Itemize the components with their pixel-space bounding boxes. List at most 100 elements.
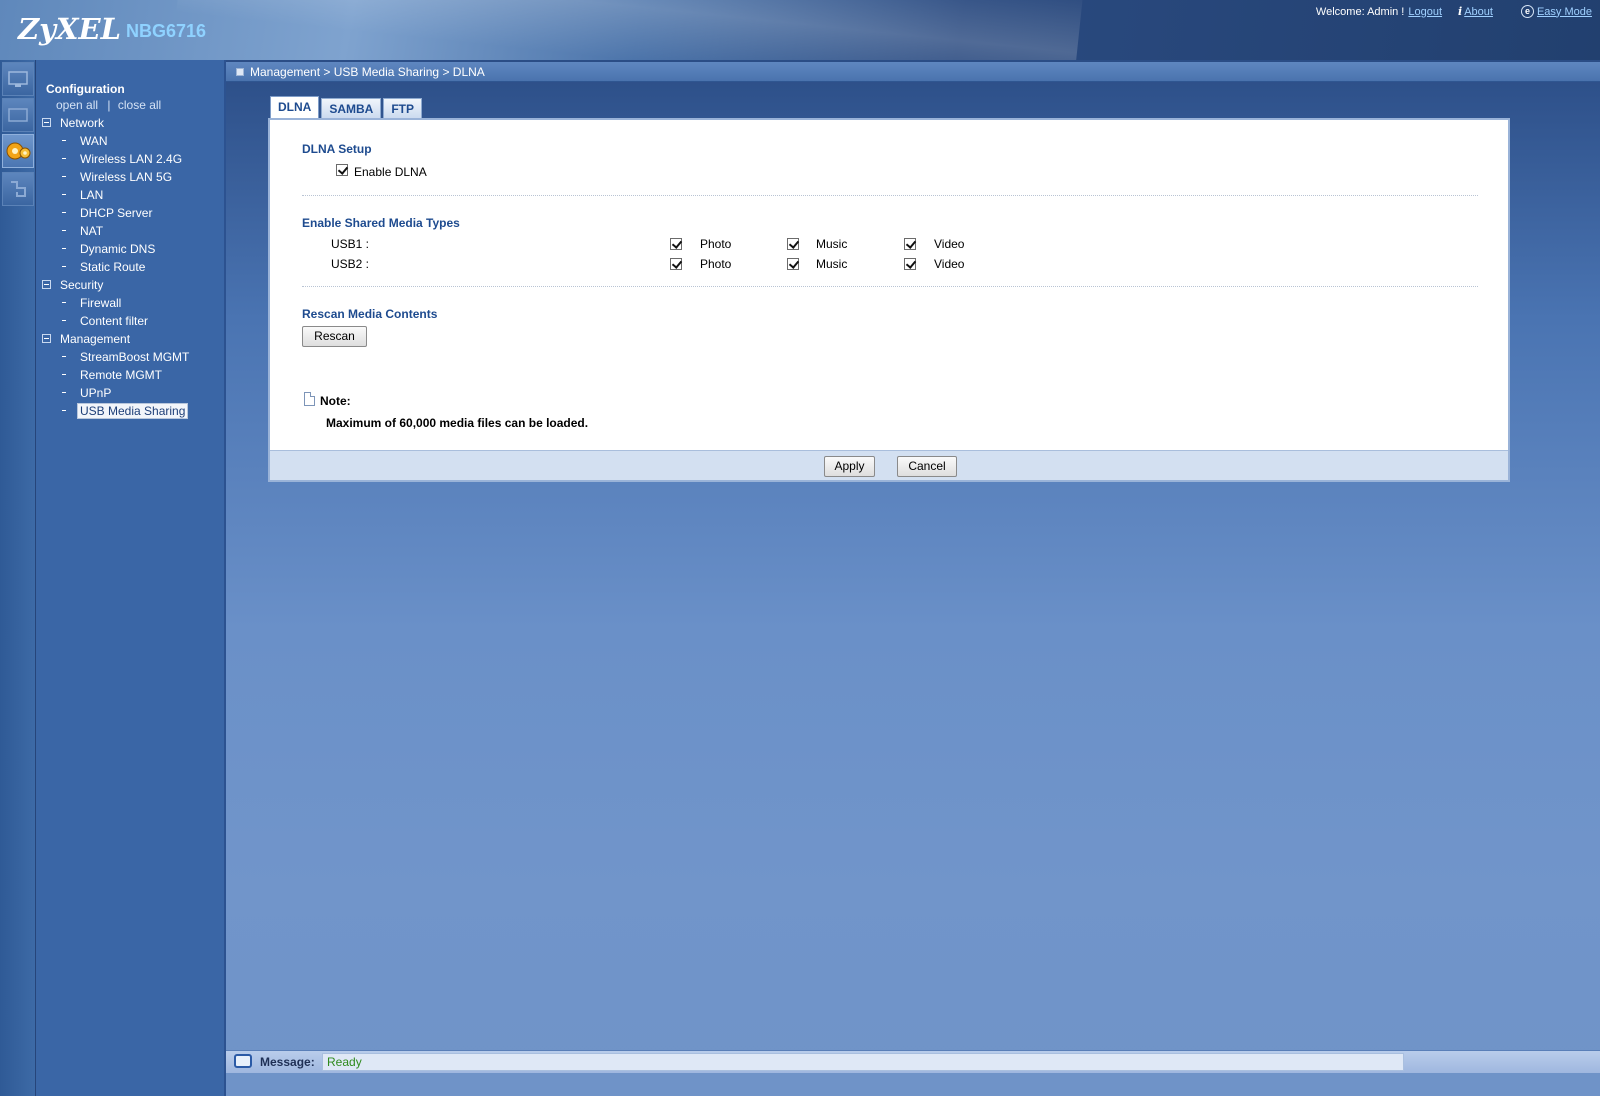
nav-group-security[interactable]: Security bbox=[42, 276, 103, 294]
nav-group-management[interactable]: Management bbox=[42, 330, 130, 348]
close-all-link[interactable]: close all bbox=[118, 98, 161, 112]
nav-item-dynamic-dns[interactable]: Dynamic DNS bbox=[62, 240, 155, 258]
usb1-video-checkbox[interactable] bbox=[904, 238, 916, 250]
status-monitor-button[interactable] bbox=[2, 62, 34, 96]
nav-item-remote-mgmt[interactable]: Remote MGMT bbox=[62, 366, 162, 384]
enable-dlna-checkbox[interactable] bbox=[336, 164, 348, 176]
enable-dlna-label: Enable DLNA bbox=[354, 165, 427, 179]
usb1-label: USB1 : bbox=[331, 237, 370, 251]
info-icon: i bbox=[1458, 5, 1463, 18]
nav-item-label: Firewall bbox=[80, 296, 122, 310]
status-bar: Message: Ready bbox=[226, 1050, 1600, 1073]
nav-item-dhcp-server[interactable]: DHCP Server bbox=[62, 204, 152, 222]
note-text: Maximum of 60,000 media files can be loa… bbox=[326, 416, 589, 430]
nav-item-label: Static Route bbox=[80, 260, 146, 274]
action-bar: Apply Cancel bbox=[270, 450, 1508, 480]
nav-item-label: Wireless LAN 2.4G bbox=[80, 152, 183, 166]
usb1-music-checkbox[interactable] bbox=[787, 238, 799, 250]
nav-item-nat[interactable]: NAT bbox=[62, 222, 103, 240]
dlna-setup-title: DLNA Setup bbox=[302, 142, 372, 156]
window-icon bbox=[8, 108, 28, 122]
bullet-icon bbox=[62, 176, 66, 178]
usb1-music-label: Music bbox=[816, 237, 848, 251]
usb2-music-label: Music bbox=[816, 257, 848, 271]
nav-item-label: LAN bbox=[80, 188, 104, 202]
nav-item-upnp[interactable]: UPnP bbox=[62, 384, 111, 402]
nav-item-usb-media-sharing[interactable]: USB Media Sharing bbox=[62, 402, 189, 420]
usb1-video-label: Video bbox=[934, 237, 965, 251]
nav-item-label: WAN bbox=[80, 134, 108, 148]
usb2-photo-checkbox[interactable] bbox=[670, 258, 682, 270]
top-links: Welcome: Admin ! Logout i About e Easy M… bbox=[1316, 5, 1592, 18]
nav-item-streamboost-mgmt[interactable]: StreamBoost MGMT bbox=[62, 348, 189, 366]
welcome-text: Welcome: Admin ! bbox=[1315, 5, 1405, 18]
nav-group-network[interactable]: Network bbox=[42, 114, 104, 132]
nav-group-label: Security bbox=[60, 278, 104, 292]
bullet-icon bbox=[62, 356, 66, 358]
rescan-title: Rescan Media Contents bbox=[302, 307, 438, 321]
about-link[interactable]: About bbox=[1464, 6, 1493, 18]
usb2-music-checkbox[interactable] bbox=[787, 258, 799, 270]
nav-item-wireless-lan-5g[interactable]: Wireless LAN 5G bbox=[62, 168, 172, 186]
apply-button[interactable]: Apply bbox=[824, 456, 875, 477]
usb2-video-checkbox[interactable] bbox=[904, 258, 916, 270]
mode-icon-strip bbox=[0, 60, 36, 1096]
bullet-icon bbox=[62, 266, 66, 268]
usb1-photo-checkbox[interactable] bbox=[670, 238, 682, 250]
open-all-link[interactable]: open all bbox=[56, 98, 98, 112]
nav-group-label: Network bbox=[60, 116, 105, 130]
section-divider bbox=[302, 286, 1478, 287]
dlna-panel: DLNA Setup Enable DLNA Enable Shared Med… bbox=[268, 118, 1510, 482]
bullet-icon bbox=[62, 212, 66, 214]
nav-item-lan[interactable]: LAN bbox=[62, 186, 103, 204]
media-types-title: Enable Shared Media Types bbox=[302, 216, 460, 230]
nav-item-wireless-lan-24g[interactable]: Wireless LAN 2.4G bbox=[62, 150, 182, 168]
tab-samba[interactable]: SAMBA bbox=[321, 98, 382, 120]
message-icon bbox=[234, 1054, 252, 1068]
rescan-button[interactable]: Rescan bbox=[302, 326, 367, 347]
easy-mode-link[interactable]: Easy Mode bbox=[1537, 6, 1592, 18]
header-bar: ZyXEL NBG6716 Welcome: Admin ! Logout i … bbox=[0, 0, 1600, 60]
logout-link[interactable]: Logout bbox=[1408, 6, 1442, 18]
message-field: Ready bbox=[322, 1053, 1404, 1071]
usb2-video-label: Video bbox=[934, 257, 965, 271]
monitor-mode-button[interactable] bbox=[2, 98, 34, 132]
easy-mode-icon: e bbox=[1520, 5, 1534, 18]
tool-icon bbox=[11, 181, 26, 197]
configuration-mode-button[interactable] bbox=[2, 134, 34, 168]
cancel-button[interactable]: Cancel bbox=[897, 456, 957, 477]
model-name: NBG6716 bbox=[126, 21, 207, 41]
usb1-photo-label: Photo bbox=[700, 237, 732, 251]
gear-icon bbox=[6, 142, 31, 160]
nav-item-static-route[interactable]: Static Route bbox=[62, 258, 145, 276]
collapse-icon bbox=[42, 280, 51, 290]
usb2-label: USB2 : bbox=[331, 257, 370, 271]
nav-open-close: open all | close all bbox=[56, 98, 162, 112]
nav-item-wan[interactable]: WAN bbox=[62, 132, 108, 150]
bullet-icon bbox=[62, 410, 66, 412]
bullet-icon bbox=[62, 248, 66, 250]
nav-group-label: Management bbox=[60, 332, 131, 346]
nav-item-firewall[interactable]: Firewall bbox=[62, 294, 121, 312]
section-divider bbox=[302, 195, 1478, 196]
nav-title: Configuration bbox=[46, 82, 125, 96]
main-content: Management > USB Media Sharing > DLNA DL… bbox=[226, 60, 1600, 1096]
tab-ftp[interactable]: FTP bbox=[383, 98, 422, 120]
nav-item-label: USB Media Sharing bbox=[77, 403, 189, 419]
bullet-icon bbox=[62, 158, 66, 160]
bullet-icon bbox=[62, 392, 66, 394]
bullet-icon bbox=[62, 320, 66, 322]
tab-dlna[interactable]: DLNA bbox=[270, 96, 320, 120]
nav-item-label: UPnP bbox=[80, 386, 112, 400]
nav-item-label: Remote MGMT bbox=[80, 368, 163, 382]
breadcrumb-text: Management > USB Media Sharing > DLNA bbox=[250, 65, 485, 79]
note-label: Note: bbox=[320, 394, 351, 408]
nav-item-content-filter[interactable]: Content filter bbox=[62, 312, 148, 330]
message-label: Message: bbox=[260, 1055, 315, 1069]
maintenance-mode-button[interactable] bbox=[2, 172, 34, 206]
bullet-icon bbox=[62, 374, 66, 376]
monitor-icon bbox=[8, 71, 28, 87]
usb2-photo-label: Photo bbox=[700, 257, 732, 271]
breadcrumb: Management > USB Media Sharing > DLNA bbox=[226, 62, 1600, 82]
bullet-icon bbox=[62, 302, 66, 304]
